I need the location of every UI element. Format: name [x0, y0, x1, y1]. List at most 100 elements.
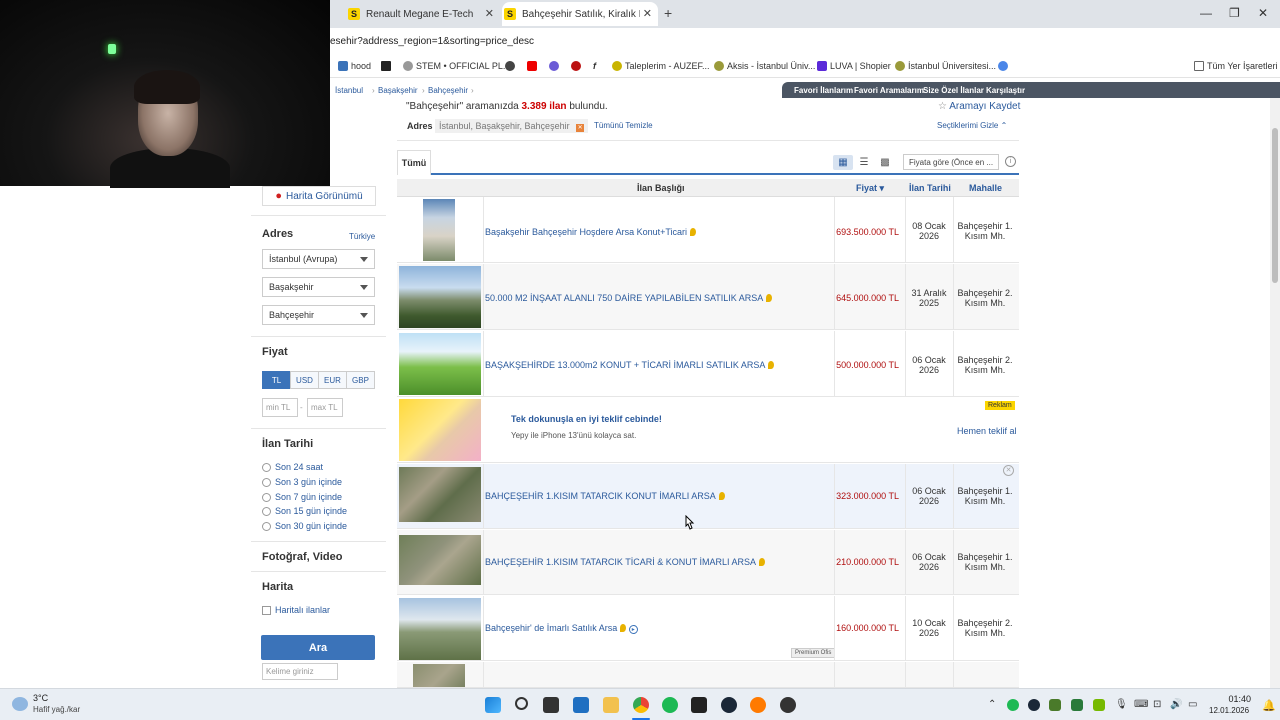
- listing-thumbnail[interactable]: [399, 333, 481, 395]
- media-title[interactable]: Fotoğraf, Video: [262, 551, 342, 563]
- listing-title[interactable]: Bahçeşehir' de İmarlı Satılık Arsa ▸: [485, 623, 638, 634]
- clock-date[interactable]: 12.01.2026: [1209, 706, 1249, 715]
- nav-karsilastir[interactable]: Karşılaştır: [986, 86, 1025, 95]
- all-bookmarks[interactable]: Tüm Yer İşaretleri: [1194, 61, 1278, 71]
- sort-select[interactable]: Fiyata göre (Önce en ...: [903, 154, 999, 170]
- nav-favori-ilanlarim[interactable]: Favori İlanlarım: [794, 86, 853, 95]
- list-view-icon[interactable]: ☰: [854, 155, 874, 170]
- grid-view-icon[interactable]: ▩: [875, 155, 895, 170]
- bookmark-youtube[interactable]: [527, 61, 537, 71]
- clear-all-link[interactable]: Tümünü Temizle: [594, 121, 653, 130]
- map-listings-checkbox[interactable]: Haritalı ilanlar: [262, 605, 330, 615]
- max-price-input[interactable]: max TL: [307, 398, 343, 417]
- listing-thumbnail[interactable]: [413, 664, 465, 687]
- bookmark-gmail[interactable]: [505, 61, 515, 71]
- tab-bahcesehir[interactable]: S Bahçeşehir Satılık, Kiralık Emlak ✕: [502, 2, 658, 26]
- tray-steam-icon[interactable]: [1028, 699, 1040, 711]
- new-tab-icon[interactable]: +: [664, 5, 672, 21]
- search-button[interactable]: Ara: [261, 635, 375, 660]
- bookmark-f[interactable]: f: [593, 61, 596, 71]
- table-view-icon[interactable]: ▦: [833, 155, 853, 170]
- tray-nvidia-icon[interactable]: [1093, 699, 1105, 711]
- table-row[interactable]: Bahçeşehir' de İmarlı Satılık Arsa ▸ 160…: [397, 596, 1019, 661]
- clock-time[interactable]: 01:40: [1213, 694, 1251, 704]
- bookmark-chatgpt[interactable]: [549, 61, 559, 71]
- store-icon[interactable]: [573, 697, 589, 713]
- listing-title[interactable]: BAŞAKŞEHİRDE 13.000m2 KONUT + TİCARİ İMA…: [485, 360, 775, 370]
- date-option-15d[interactable]: Son 15 gün içinde: [262, 506, 347, 516]
- header-date[interactable]: İlan Tarihi: [909, 183, 951, 193]
- city-select[interactable]: İstanbul (Avrupa): [262, 249, 375, 269]
- steam-icon[interactable]: [721, 697, 737, 713]
- windows-start-icon[interactable]: [485, 697, 501, 713]
- header-price[interactable]: Fiyat ▾: [856, 183, 884, 194]
- ad-headline[interactable]: Tek dokunuşla en iyi teklif cebinde!: [511, 414, 662, 424]
- date-option-30d[interactable]: Son 30 gün içinde: [262, 521, 347, 531]
- bookmark-taleplerim[interactable]: Taleplerim - AUZEF...: [612, 61, 710, 71]
- listing-title[interactable]: BAHÇEŞEHİR 1.KISIM TATARCIK TİCARİ & KON…: [485, 557, 766, 567]
- bookmark-iu[interactable]: İstanbul Üniversitesi...: [895, 61, 996, 71]
- hide-selected-link[interactable]: Seçtiklerimi Gizle ⌃: [937, 121, 1007, 130]
- save-search-button[interactable]: ☆ Aramayı Kaydet: [938, 101, 1020, 112]
- search-icon[interactable]: [515, 697, 528, 710]
- bookmark-notion[interactable]: [381, 61, 391, 71]
- map-view-button[interactable]: ● Harita Görünümü: [262, 186, 376, 206]
- firefox-icon[interactable]: [750, 697, 766, 713]
- chevron-up-icon[interactable]: ⌃: [988, 699, 996, 710]
- table-row[interactable]: BAHÇEŞEHİR 1.KISIM TATARCIK KONUT İMARLI…: [397, 464, 1019, 529]
- nav-favori-aramalarim[interactable]: Favori Aramalarım: [854, 86, 924, 95]
- weather-temp[interactable]: 3°C: [33, 693, 48, 703]
- date-option-7d[interactable]: Son 7 gün içinde: [262, 492, 342, 502]
- listing-thumbnail[interactable]: [399, 266, 481, 328]
- listing-title[interactable]: BAHÇEŞEHİR 1.KISIM TATARCIK KONUT İMARLI…: [485, 491, 725, 501]
- listing-title[interactable]: 50.000 M2 İNŞAAT ALANLI 750 DAİRE YAPILA…: [485, 293, 773, 303]
- listing-thumbnail[interactable]: [423, 199, 455, 261]
- battery-icon[interactable]: ▭: [1188, 699, 1197, 710]
- bookmark-luva[interactable]: LUVA | Shopier: [817, 61, 891, 71]
- notification-icon[interactable]: 🔔: [1262, 699, 1276, 712]
- keyword-input[interactable]: Kelime giriniz: [262, 663, 338, 680]
- task-view-icon[interactable]: [543, 697, 559, 713]
- listing-thumbnail[interactable]: [399, 467, 481, 522]
- table-row[interactable]: [397, 662, 1019, 688]
- bookmark-stem[interactable]: STEM • OFFICIAL PL...: [403, 61, 510, 71]
- ad-image[interactable]: [399, 399, 481, 461]
- breadcrumb-basaksehir[interactable]: Başakşehir: [378, 86, 418, 95]
- ad-cta-link[interactable]: Hemen teklif al: [957, 426, 1017, 436]
- breadcrumb-bahcesehir[interactable]: Bahçeşehir: [428, 86, 468, 95]
- remove-filter-icon[interactable]: ✕: [576, 124, 585, 132]
- table-row[interactable]: BAHÇEŞEHİR 1.KISIM TATARCIK TİCARİ & KON…: [397, 530, 1019, 595]
- bookmark-red[interactable]: [571, 61, 581, 71]
- listing-thumbnail[interactable]: [399, 535, 481, 585]
- scrollbar-thumb[interactable]: [1272, 128, 1278, 283]
- weather-desc[interactable]: Hafif yağ./kar: [33, 705, 80, 714]
- bookmark-hood[interactable]: hood: [338, 61, 371, 71]
- tray-spotify-icon[interactable]: [1007, 699, 1019, 711]
- neighborhood-select[interactable]: Bahçeşehir: [262, 305, 375, 325]
- date-option-3d[interactable]: Son 3 gün içinde: [262, 477, 342, 487]
- tray-app-icon[interactable]: [1071, 699, 1083, 711]
- tab-renault[interactable]: S Renault Megane E-Tech Fiyatla ✕: [346, 2, 500, 26]
- close-window-icon[interactable]: ✕: [1258, 6, 1268, 20]
- volume-icon[interactable]: 🔊: [1170, 699, 1182, 710]
- table-row[interactable]: 50.000 M2 İNŞAAT ALANLI 750 DAİRE YAPILA…: [397, 264, 1019, 330]
- date-option-24h[interactable]: Son 24 saat: [262, 462, 323, 472]
- bookmark-more[interactable]: [998, 61, 1008, 71]
- info-icon[interactable]: i: [1005, 156, 1016, 167]
- country-link[interactable]: Türkiye: [349, 232, 375, 241]
- header-district[interactable]: Mahalle: [969, 183, 1002, 193]
- minimize-icon[interactable]: —: [1200, 6, 1212, 20]
- close-tab-icon[interactable]: ✕: [643, 7, 652, 20]
- keyboard-icon[interactable]: ⌨: [1134, 699, 1148, 710]
- district-select[interactable]: Başakşehir: [262, 277, 375, 297]
- close-tab-icon[interactable]: ✕: [485, 7, 494, 20]
- table-row[interactable]: Başakşehir Bahçeşehir Hoşdere Arsa Konut…: [397, 197, 1019, 263]
- table-row[interactable]: BAŞAKŞEHİRDE 13.000m2 KONUT + TİCARİ İMA…: [397, 331, 1019, 397]
- bookmark-aksis[interactable]: Aksis - İstanbul Üniv...: [714, 61, 815, 71]
- network-icon[interactable]: ⊡: [1153, 699, 1161, 710]
- min-price-input[interactable]: min TL: [262, 398, 298, 417]
- close-circle-icon[interactable]: ✕: [1003, 465, 1014, 476]
- currency-gbp[interactable]: GBP: [346, 371, 375, 389]
- currency-eur[interactable]: EUR: [318, 371, 347, 389]
- url-input[interactable]: esehir?address_region=1&sorting=price_de…: [330, 36, 534, 47]
